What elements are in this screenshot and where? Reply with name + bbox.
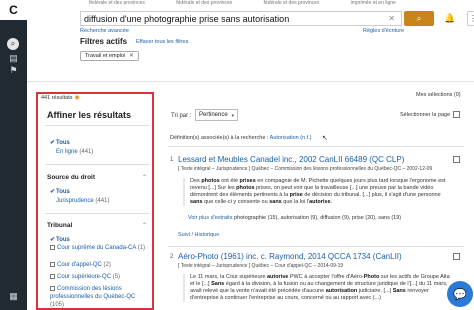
chat-icon[interactable]: 💬 — [447, 281, 473, 307]
checkbox[interactable] — [50, 262, 55, 267]
facet-court-clp[interactable]: Commission des lésions professionnelles … — [50, 285, 146, 308]
filter-chip[interactable]: Travail et emploi ✕ — [80, 51, 139, 61]
facet-source-all[interactable]: ✔Tous — [50, 188, 70, 195]
result-snippet: Des photos ont été prises en compagnie d… — [183, 178, 453, 206]
result-checkbox[interactable] — [453, 253, 460, 260]
definition-link[interactable]: Autorisation (n.f.) — [270, 135, 312, 141]
result-title-link[interactable]: Lessard et Meubles Canadel inc., 2002 Ca… — [178, 155, 404, 164]
history-link[interactable]: Suivi / Historique — [178, 232, 219, 238]
clear-filters-link[interactable]: Effacer tous les filtres — [136, 39, 188, 45]
clear-icon[interactable]: ✕ — [388, 14, 395, 23]
sort-label: Tri par : — [171, 113, 192, 119]
advanced-search-link[interactable]: Recherche avancée — [80, 28, 129, 34]
result-meta: [ Texte intégral – Jurisprudence ] Québe… — [178, 263, 344, 269]
search-header: fédérale et des provinces fédérale et de… — [27, 0, 474, 82]
divider — [45, 125, 149, 126]
facet-type-online[interactable]: En ligne (441) — [50, 149, 93, 155]
court-group-title[interactable]: Tribunal — [47, 222, 72, 229]
remove-filter-icon[interactable]: ✕ — [129, 53, 134, 59]
active-filters-title: Filtres actifs — [80, 37, 128, 46]
checkbox[interactable] — [50, 274, 55, 279]
flag-icon[interactable]: ⚑ — [7, 64, 20, 77]
divider — [45, 213, 149, 214]
filter-chip-label: Travail et emploi — [85, 53, 126, 59]
left-rail: C ⌕ ▤ ⚑ ▦ — [0, 0, 27, 310]
alert-icon[interactable]: 🔔 — [443, 11, 457, 26]
refine-title: Affiner les résultats — [47, 110, 132, 120]
search-icon[interactable]: ⌕ — [7, 38, 19, 50]
magnifier-icon: ⌕ — [416, 13, 422, 23]
scope-tab[interactable]: imprimée et en ligne — [351, 0, 396, 6]
writing-tips-link[interactable]: Règles d'écriture — [363, 28, 404, 34]
result-checkbox[interactable] — [453, 156, 460, 163]
more-excerpts-link[interactable]: Voir plus d'extraits — [188, 215, 232, 221]
scope-tab[interactable]: fédérale et des provinces — [89, 0, 145, 6]
excerpt-terms: photographie (15), autorisation (9), dif… — [234, 215, 402, 221]
search-input[interactable]: diffusion d'une photographie prise sans … — [80, 11, 402, 26]
divider — [168, 146, 464, 147]
search-query[interactable]: diffusion d'une photographie prise sans … — [84, 14, 289, 24]
sort-select[interactable]: Pertinence ▾ — [195, 109, 238, 121]
collapse-icon[interactable]: ⌃ — [142, 174, 147, 181]
select-page-checkbox[interactable] — [453, 111, 460, 118]
result-number: 1 — [170, 157, 174, 163]
facet-court-qcca[interactable]: Cour d'appel-QC (2) — [50, 262, 111, 268]
source-group-title[interactable]: Source du droit — [47, 174, 95, 181]
app-logo[interactable]: C — [0, 0, 27, 20]
scope-tab[interactable]: fédérale et des provinces — [264, 0, 320, 6]
divider — [168, 246, 464, 247]
refine-panel: Affiner les résultats ✔Tous En ligne (44… — [36, 92, 154, 310]
result-title-link[interactable]: Aéro-Photo (1961) inc. c. Raymond, 2014 … — [178, 252, 402, 261]
my-selections-link[interactable]: Mes sélections (0) — [416, 92, 461, 98]
checkbox[interactable] — [50, 286, 55, 291]
facet-type-all[interactable]: ✔Tous — [50, 139, 70, 146]
facet-court-all[interactable]: ✔Tous — [50, 236, 70, 243]
result-meta: [ Texte intégral – Jurisprudence ] Québe… — [178, 166, 433, 172]
result-snippet: Le 11 mars, la Cour supérieure autorise … — [183, 274, 453, 302]
select-page-label: Sélectionner la page — [400, 112, 451, 118]
facet-court-qcsc[interactable]: Cour supérieure-QC (5) — [50, 274, 120, 280]
grid-icon[interactable]: ▦ — [7, 290, 20, 303]
scope-tabs: fédérale et des provinces fédérale et de… — [89, 0, 426, 6]
divider — [45, 164, 149, 165]
more-options-icon[interactable]: ⋮ — [467, 11, 474, 26]
mouse-cursor-icon: ↖ — [322, 135, 328, 142]
related-definitions: Définition(s) associée(s) à la recherche… — [170, 135, 312, 141]
more-excerpts: Voir plus d'extraits photographie (15), … — [188, 215, 401, 221]
chevron-down-icon: ▾ — [231, 113, 234, 119]
search-button[interactable]: ⌕ — [404, 11, 434, 26]
facet-source-jurisprudence[interactable]: Jurisprudence (441) — [50, 198, 109, 204]
checkbox[interactable] — [50, 245, 55, 250]
scope-tab[interactable]: fédérale et des provinces — [176, 0, 232, 6]
collapse-icon[interactable]: ⌃ — [142, 222, 147, 229]
result-number: 2 — [170, 254, 174, 260]
facet-court-scc[interactable]: Cour suprême du Canada-CA (1) — [50, 245, 145, 251]
